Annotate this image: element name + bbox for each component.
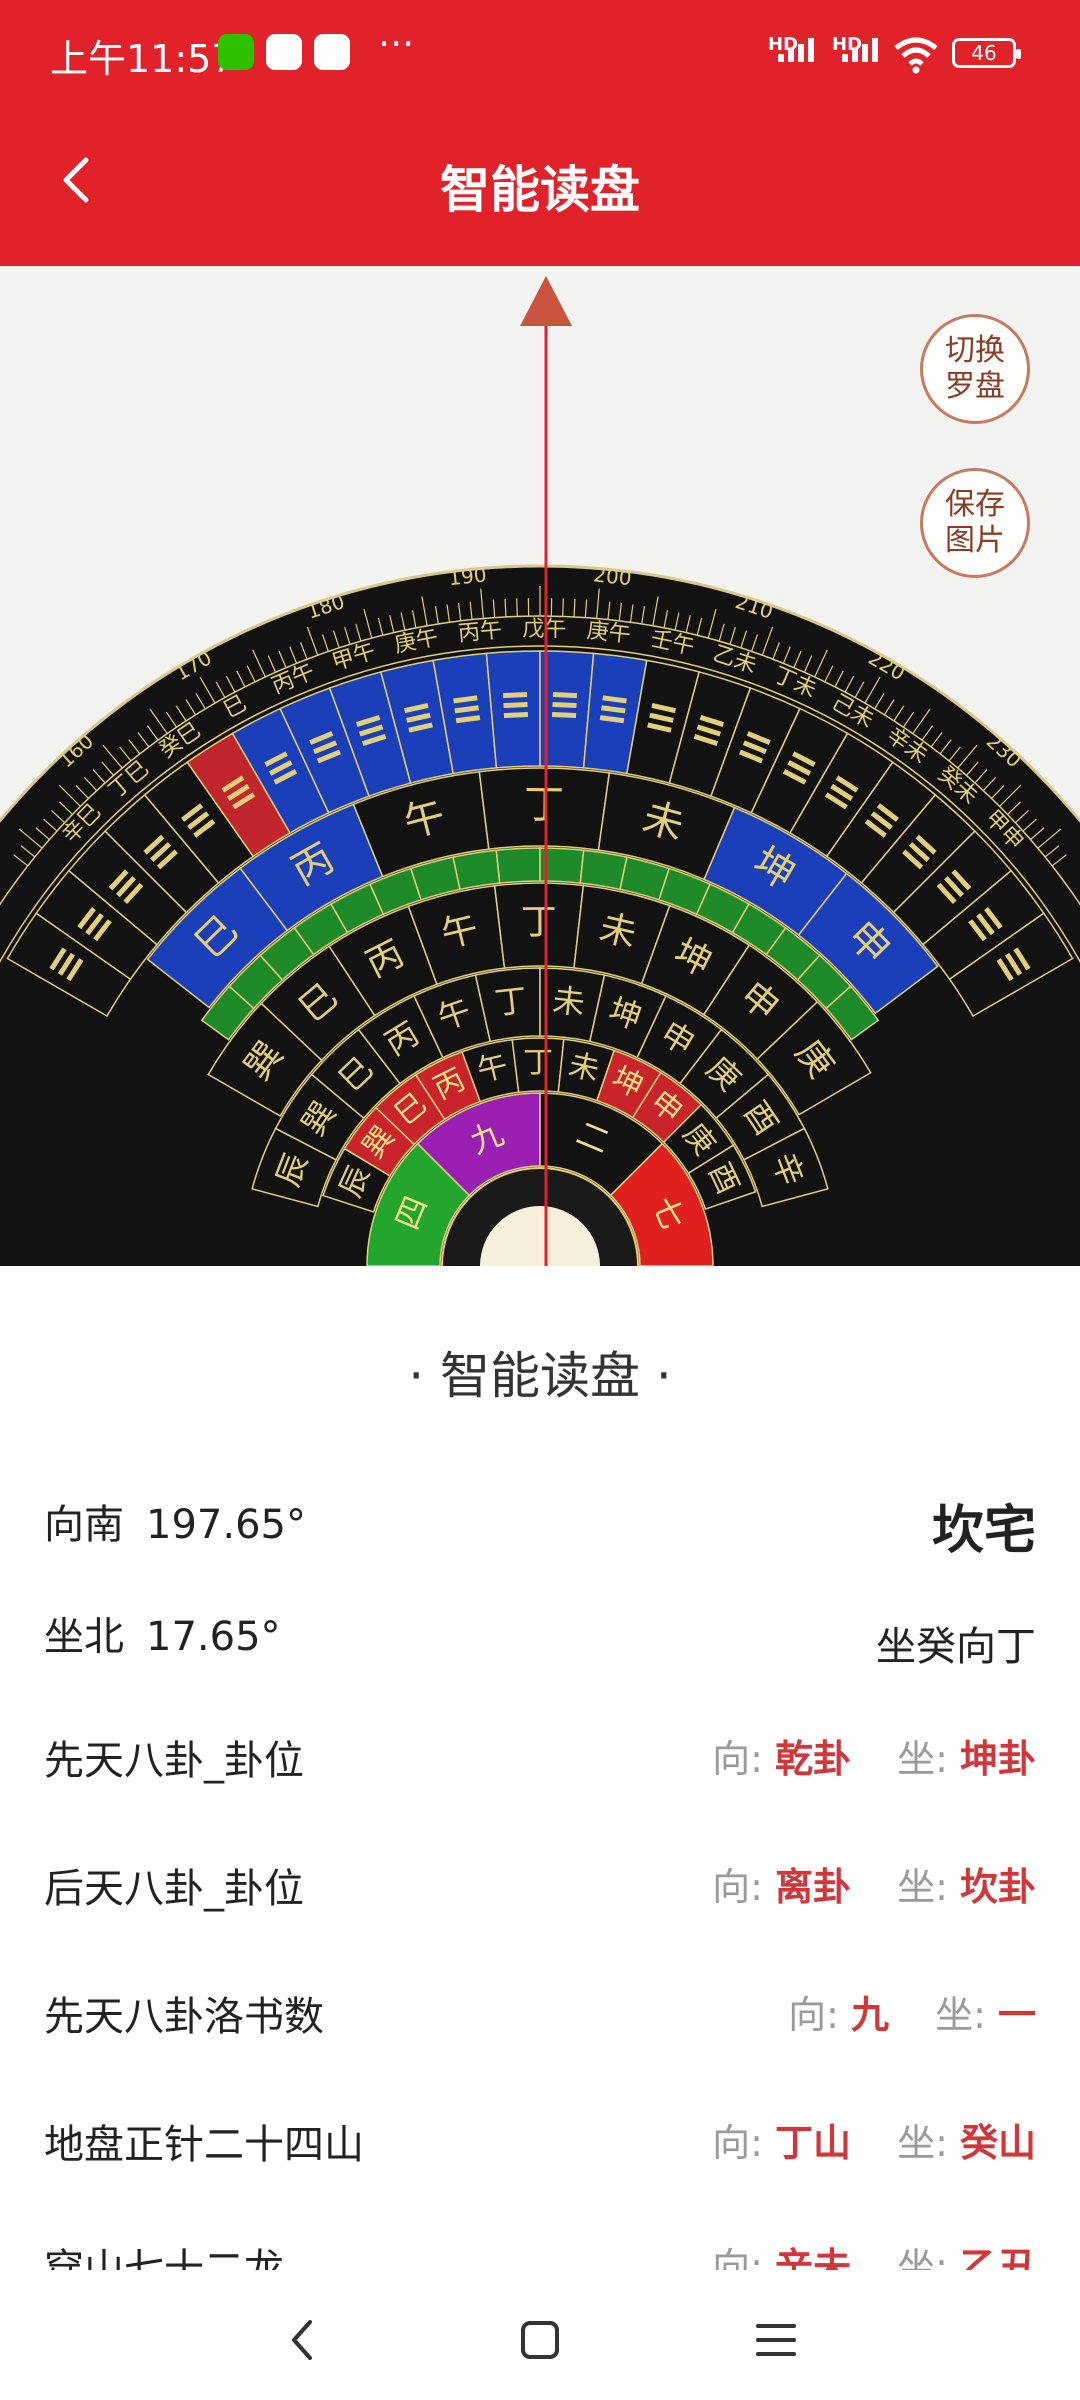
save-image-button[interactable]: 保存图片 (920, 468, 1030, 578)
row-facing: 向南 197.65° 坎宅 (44, 1492, 1036, 1562)
status-time: 上午11:57 (50, 37, 236, 81)
facing-value: 九 (850, 1993, 889, 2037)
ring-outer-text: 庚午 (586, 618, 632, 648)
play-store-icon (314, 34, 350, 70)
trigram-cell (485, 650, 541, 769)
row-values: 向: 九 坐: 一 (788, 1984, 1036, 2039)
signal-strength-icon-1 (778, 38, 814, 62)
nav-back-icon[interactable] (274, 2310, 334, 2370)
sitting-label: 坐北 17.65° (44, 1604, 281, 1662)
green-ring-cell (495, 847, 541, 884)
mountain-c-text: 未 (551, 981, 587, 1022)
sitting-key: 坐: (935, 1993, 986, 2037)
switch-compass-button[interactable]: 切换罗盘 (920, 314, 1030, 424)
facing-label: 向南 197.65° (44, 1492, 306, 1550)
row-luoshu: 先天八卦洛书数 向: 九 坐: 一 (44, 1984, 1036, 2054)
app-notification-icon (266, 34, 302, 70)
ring-outer-text: 戊午 (522, 617, 566, 642)
trigram-bar (503, 702, 528, 709)
degree-label: 200 (592, 562, 632, 590)
facing-direction: 向南 (44, 1502, 124, 1548)
house-type: 坎宅 (931, 1501, 1036, 1561)
trigram-bar (503, 712, 529, 719)
trigram-bar (502, 692, 528, 699)
degree-tick (516, 598, 518, 617)
degree-tick (562, 598, 564, 617)
ring-outer-text: 丙午 (457, 618, 503, 647)
trigram-bar (552, 692, 578, 699)
system-navigation-bar (0, 2270, 1080, 2400)
mountain-a-text: 丁 (524, 782, 564, 828)
facing-value: 离卦 (774, 1865, 851, 1909)
more-notifications-icon: ··· (378, 22, 415, 66)
reading-result-sheet: · 智能读盘 · 向南 197.65° 坎宅 坐北 17.65° 坐癸向丁 先天八卦… (0, 1268, 1080, 2288)
save-image-label: 保存图片 (945, 487, 1005, 558)
row-label: 先天八卦洛书数 (44, 1994, 324, 2040)
mountain-c-text: 丁 (493, 981, 529, 1022)
trigram-bar (551, 712, 577, 719)
wechat-icon (218, 34, 254, 70)
sitting-key: 坐: (897, 2121, 948, 2165)
facing-key: 向: (712, 1865, 763, 1909)
sitting-value: 坎卦 (959, 1865, 1036, 1909)
battery-indicator: 46 (952, 38, 1021, 68)
facing-key: 向: (712, 2121, 763, 2165)
sitting-direction: 坐北 (44, 1614, 124, 1660)
nav-menu-icon[interactable] (746, 2310, 806, 2370)
trigram-bar (552, 702, 577, 709)
row-values: 向: 丁山 坐: 癸山 (712, 2112, 1036, 2167)
row-sitting: 坐北 17.65° 坐癸向丁 (44, 1604, 1036, 1674)
row-houtian-gua: 后天八卦_卦位 向: 离卦 坐: 坎卦 (44, 1856, 1036, 1926)
sheet-title: · 智能读盘 · (408, 1347, 672, 1405)
row-label: 后天八卦_卦位 (44, 1866, 304, 1912)
facing-value: 乾卦 (774, 1737, 851, 1781)
green-ring-cell (452, 849, 501, 891)
sitting-facing-summary: 坐癸向丁 (876, 1624, 1036, 1670)
row-values: 向: 乾卦 坐: 坤卦 (712, 1728, 1036, 1783)
row-xiantian-gua: 先天八卦_卦位 向: 乾卦 坐: 坤卦 (44, 1728, 1036, 1798)
sitting-key: 坐: (897, 1865, 948, 1909)
sitting-degree: 17.65° (146, 1614, 281, 1660)
app-header: 上午11:57 ··· HD HD 46 智能读盘 (0, 0, 1080, 266)
switch-compass-label: 切换罗盘 (945, 333, 1005, 404)
sitting-value: 癸山 (959, 2121, 1036, 2165)
inner-ring-text: 丁 (523, 1045, 553, 1080)
facing-key: 向: (788, 1993, 839, 2037)
status-bar: 上午11:57 ··· HD HD 46 (0, 0, 1080, 110)
row-values: 向: 离卦 坐: 坎卦 (712, 1856, 1036, 1911)
sitting-value: 一 (997, 1993, 1036, 2037)
degree-label: 190 (447, 562, 487, 590)
row-label: 先天八卦_卦位 (44, 1738, 304, 1784)
signal-strength-icon-2 (842, 38, 878, 62)
pointer-triangle-icon (520, 276, 572, 326)
sitting-key: 坐: (897, 1737, 948, 1781)
row-24-mountains: 地盘正针二十四山 向: 丁山 坐: 癸山 (44, 2112, 1036, 2182)
row-label: 地盘正针二十四山 (44, 2122, 364, 2168)
facing-degree: 197.65° (146, 1502, 306, 1548)
mountain-b-text: 丁 (521, 902, 557, 943)
luopan-compass: 160170180190 200210220230辛巳丁巳癸巳巳丙午甲午 庚午 丙午戊… (0, 276, 1080, 1266)
green-ring-cell (579, 849, 628, 891)
wifi-icon (894, 37, 938, 74)
nav-home-icon[interactable] (510, 2310, 570, 2370)
facing-value: 丁山 (774, 2121, 851, 2165)
facing-key: 向: (712, 1737, 763, 1781)
page-title: 智能读盘 (440, 161, 640, 219)
compass-view[interactable]: 160 170 180 190 200 210 220 230 辛巳 丁巳 癸巳巳丙午 甲午 庚午 丙午戊… (0, 266, 1080, 1266)
sitting-value: 坤卦 (959, 1737, 1036, 1781)
